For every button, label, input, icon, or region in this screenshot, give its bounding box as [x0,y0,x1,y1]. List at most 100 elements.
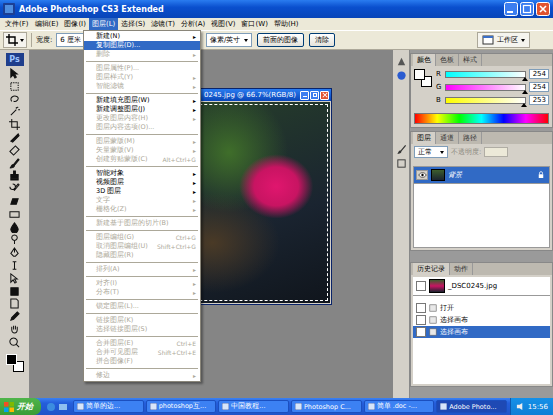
blur-tool-icon[interactable] [9,222,20,233]
task-button[interactable]: 简单 .doc -... [364,400,435,413]
history-step[interactable]: 选择画布 [413,314,550,326]
info-icon[interactable] [396,70,407,81]
menu-item[interactable]: 新建填充图层(W)▸ [84,96,200,105]
eyedropper-tool-icon[interactable] [9,311,20,322]
menu-bar-item[interactable]: 文件(F) [2,18,32,30]
panel-tab[interactable]: 路径 [459,132,482,144]
history-step[interactable]: 打开 [413,302,550,314]
foreground-color-swatch[interactable] [6,354,17,365]
menu-bar-item[interactable]: 帮助(H) [271,18,302,30]
hand-tool-icon[interactable] [9,324,20,335]
speaker-icon[interactable] [516,402,525,411]
menu-bar-item[interactable]: 分析(A) [178,18,208,30]
channel-value[interactable]: 254 [529,82,549,92]
task-button[interactable]: Photoshop C... [291,400,362,413]
eraser-tool-icon[interactable] [9,196,20,207]
tool-preset-picker[interactable] [3,32,27,48]
menu-item[interactable]: 复制图层(D)... [84,41,200,50]
color-spectrum[interactable] [414,113,549,124]
color-channel-row: G254 [436,82,549,92]
task-button[interactable]: Adobe Photo... [436,400,507,413]
history-step[interactable]: 选择画布 [413,326,550,338]
workspace-button[interactable]: 工作区 [477,32,530,48]
panel-tab[interactable]: 历史记录 [413,263,450,275]
menu-item[interactable]: 3D 图层▸ [84,187,200,196]
start-button[interactable]: 开始 [0,398,41,415]
slider-marker[interactable] [522,77,528,81]
task-button[interactable]: 简单的边... [73,400,144,413]
ie-icon[interactable] [46,402,56,412]
brush-tool-icon[interactable] [9,158,20,169]
opacity-field[interactable] [484,147,508,157]
close-icon[interactable] [536,2,550,16]
zoom-tool-icon[interactable] [9,337,20,348]
menu-item[interactable]: 新建(N)▸ [84,32,200,41]
channel-slider[interactable] [445,84,526,91]
minimize-icon[interactable] [300,91,309,100]
stamp-tool-icon[interactable] [9,170,20,181]
channel-value[interactable]: 253 [529,95,549,105]
menu-bar-item[interactable]: 视图(V) [208,18,238,30]
menu-bar-item[interactable]: 图像(I) [61,18,89,30]
move-tool-icon[interactable] [9,68,20,79]
menu-bar-item[interactable]: 滤镜(T) [148,18,178,30]
type-tool-icon[interactable] [9,260,20,271]
menu-item[interactable]: 视频图层▸ [84,178,200,187]
slider-marker[interactable] [522,90,528,94]
close-icon[interactable] [320,91,329,100]
wand-tool-icon[interactable] [9,106,20,117]
shape-tool-icon[interactable] [9,286,20,297]
marquee-tool-icon[interactable] [9,81,20,92]
panel-tab[interactable]: 颜色 [413,54,436,66]
channel-slider[interactable] [445,71,526,78]
blend-mode-select[interactable]: 正常 [414,146,448,158]
panel-tab[interactable]: 动作 [450,263,473,275]
dodge-tool-icon[interactable] [9,234,20,245]
front-image-button[interactable]: 前面的图像 [257,33,304,47]
desktop-icon[interactable] [58,402,68,412]
brushes-icon[interactable] [396,144,407,155]
app-icon [222,403,229,410]
pen-tool-icon[interactable] [9,247,20,258]
panel-tab[interactable]: 色板 [436,54,459,66]
gradient-tool-icon[interactable] [9,209,20,220]
crop-tool-icon[interactable] [9,119,20,130]
menu-bar-item[interactable]: 编辑(E) [32,18,62,30]
panel-tab[interactable]: 样式 [459,54,482,66]
path-select-tool-icon[interactable] [9,273,20,284]
foreground-color-swatch[interactable] [414,69,425,80]
task-button[interactable]: photoshop互... [146,400,217,413]
history-brush-tool-icon[interactable] [9,183,20,194]
clear-button[interactable]: 清除 [309,33,335,47]
history-source-checkbox[interactable] [416,327,426,337]
panel-tab[interactable]: 通道 [436,132,459,144]
history-source-checkbox[interactable] [416,281,426,291]
history-source-checkbox[interactable] [416,303,426,313]
maximize-icon[interactable] [520,2,534,16]
snapshot-row[interactable]: _DSC0245.jpg [413,277,550,296]
notes-tool-icon[interactable] [9,298,20,309]
slice-tool-icon[interactable] [9,132,20,143]
minimize-icon[interactable] [504,2,518,16]
menu-bar-item[interactable]: 图层(L) [89,18,118,30]
menu-item[interactable]: 新建调整图层(J)▸ [84,105,200,114]
history-source-checkbox[interactable] [416,315,426,325]
color-swatches[interactable] [414,69,432,87]
clone-source-icon[interactable] [396,158,407,169]
resolution-unit-select[interactable]: 像素/英寸 [206,33,252,47]
menu-bar-item[interactable]: 窗口(W) [238,18,270,30]
visibility-toggle[interactable] [416,170,428,180]
menu-bar-item[interactable]: 选择(S) [118,18,148,30]
layer-row[interactable]: 背景 [414,167,549,184]
channel-value[interactable]: 254 [529,69,549,79]
menu-item[interactable]: 智能对象▸ [84,169,200,178]
lasso-tool-icon[interactable] [9,94,20,105]
color-swatches[interactable] [6,354,24,372]
panel-tab[interactable]: 图层 [413,132,436,144]
slider-marker[interactable] [521,103,527,107]
channel-slider[interactable] [445,97,526,104]
navigator-icon[interactable] [396,56,407,67]
maximize-icon[interactable] [310,91,319,100]
task-button[interactable]: 中国教程... [218,400,289,413]
heal-tool-icon[interactable] [9,145,20,156]
